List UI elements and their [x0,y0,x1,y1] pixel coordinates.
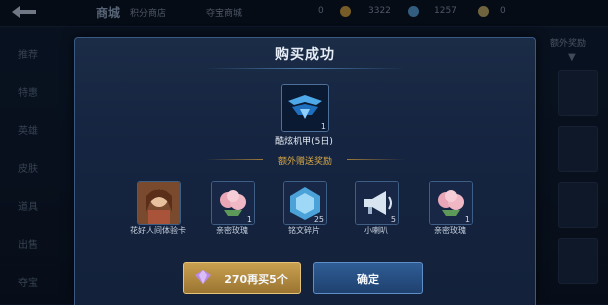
reward-count: 1 [246,215,252,224]
reward-slot[interactable]: 1 [211,181,255,225]
reward-name: 小喇叭 [364,226,388,235]
reward-slot[interactable]: 1 [429,181,473,225]
buy-more-label: 270再买5个 [224,273,288,286]
bonus-rewards-title: 额外赠送奖励 [277,157,332,167]
confirm-button[interactable]: 确定 [313,262,423,294]
reward-count: 5 [390,215,396,224]
reward-name: 花好人间体验卡 [130,226,186,235]
confirm-label: 确定 [357,273,379,286]
purchase-success-dialog: 购买成功 1 酷炫机甲(5日) 额外赠送奖励 花好人间体验卡 1 亲密玫瑰 25… [74,37,536,305]
reward-count: 1 [464,215,470,224]
purchased-item-name: 酷炫机甲(5日) [275,137,333,147]
hero-portrait-icon [138,182,180,224]
reward-slot[interactable]: 25 [283,181,327,225]
title-divider [205,68,405,69]
item-count: 1 [320,122,326,131]
reward-slot[interactable]: 5 [355,181,399,225]
dialog-title: 购买成功 [275,47,335,63]
buy-more-button[interactable]: 270再买5个 [183,262,301,294]
reward-name: 铭文碎片 [288,226,320,235]
reward-slot[interactable] [137,181,181,225]
purchased-item-slot[interactable]: 1 [281,84,329,132]
reward-name: 亲密玫瑰 [434,226,466,235]
divider [347,159,405,160]
reward-count: 25 [313,215,324,224]
reward-name: 亲密玫瑰 [216,226,248,235]
